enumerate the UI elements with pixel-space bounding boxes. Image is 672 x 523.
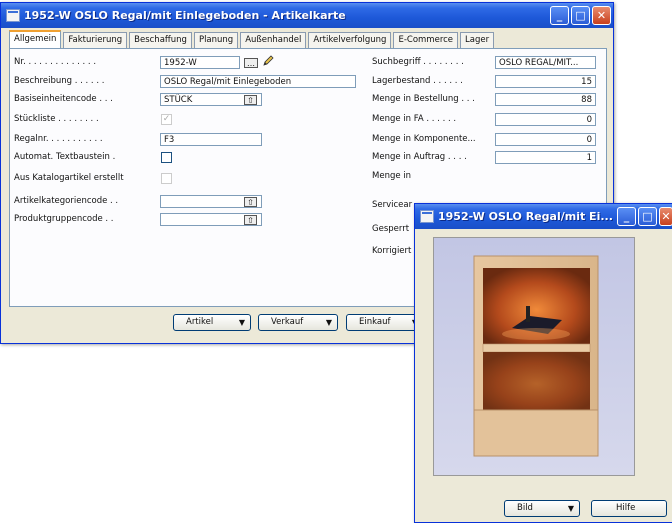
artikel-button-label: Artikel — [186, 317, 214, 327]
bild-button-label: Bild — [517, 503, 533, 513]
regalnr-field[interactable]: F3 — [160, 133, 262, 146]
minimize-icon[interactable]: _ — [617, 207, 636, 226]
servicear-label: Servicear — [372, 200, 413, 210]
dropdown-arrow-icon: ▼ — [567, 504, 574, 513]
maximize-icon[interactable]: □ — [571, 6, 590, 25]
maximize-icon[interactable]: □ — [638, 207, 657, 226]
textbaustein-checkbox[interactable] — [161, 152, 172, 163]
produktgruppencode-label: Produktgruppencode . . — [14, 214, 114, 224]
nr-label: Nr. . . . . . . . . . . . . . — [14, 57, 97, 67]
tab-artikelverfolgung[interactable]: Artikelverfolgung — [308, 32, 392, 48]
tab-bar: Allgemein Fakturierung Beschaffung Planu… — [9, 30, 496, 49]
close-icon[interactable]: ✕ — [592, 6, 611, 25]
katalogartikel-checkbox — [161, 173, 172, 184]
tab-planung[interactable]: Planung — [193, 32, 239, 48]
artikelkategoriencode-label: Artikelkategoriencode . . — [14, 196, 119, 206]
lookup-arrow-icon[interactable]: ⇧ — [244, 95, 257, 105]
gesperrt-label: Gesperrt — [372, 224, 410, 234]
hilfe-button[interactable]: Hilfe — [591, 500, 667, 517]
assist-edit-icon[interactable]: … — [244, 58, 258, 68]
suchbegriff-field[interactable]: OSLO REGAL/MIT... — [495, 56, 596, 69]
stueckliste-checkbox: ✓ — [161, 114, 172, 125]
suchbegriff-label: Suchbegriff . . . . . . . . — [372, 57, 464, 67]
tab-aussenhandel[interactable]: Außenhandel — [240, 32, 307, 48]
window-icon — [6, 9, 20, 22]
close-icon[interactable]: ✕ — [659, 207, 672, 226]
nr-field[interactable]: 1952-W — [160, 56, 240, 69]
lookup-arrow-icon[interactable]: ⇧ — [244, 215, 257, 225]
item-card-titlebar[interactable]: 1952-W OSLO Regal/mit Einlegeboden - Art… — [1, 3, 613, 28]
menge-komponente-field[interactable]: 0 — [495, 133, 596, 146]
artikel-button[interactable]: Artikel ▼ — [173, 314, 251, 331]
menge-auftrag-field[interactable]: 1 — [495, 151, 596, 164]
menge-in-label: Menge in — [372, 171, 412, 181]
tab-lager[interactable]: Lager — [460, 32, 495, 48]
menge-komponente-label: Menge in Komponente... — [372, 134, 476, 144]
menge-fa-label: Menge in FA . . . . . . — [372, 114, 457, 124]
basiseinheitencode-label: Basiseinheitencode . . . — [14, 94, 113, 104]
minimize-icon[interactable]: _ — [550, 6, 569, 25]
picture-window-title: 1952-W OSLO Regal/mit Ei... — [438, 210, 613, 223]
product-photo — [433, 237, 635, 476]
edit-pencil-icon[interactable] — [262, 55, 274, 67]
regalnr-label: Regalnr. . . . . . . . . . . — [14, 134, 103, 144]
dropdown-arrow-icon: ▼ — [238, 318, 245, 327]
textbaustein-label: Automat. Textbaustein . — [14, 152, 116, 162]
item-card-title: 1952-W OSLO Regal/mit Einlegeboden - Art… — [24, 9, 346, 22]
picture-titlebar[interactable]: 1952-W OSLO Regal/mit Ei... _ □ ✕ — [415, 204, 672, 229]
korrigiert-label: Korrigiert — [372, 246, 412, 256]
tab-allgemein[interactable]: Allgemein — [9, 30, 62, 49]
menge-fa-field[interactable]: 0 — [495, 113, 596, 126]
verkauf-button[interactable]: Verkauf ▼ — [258, 314, 338, 331]
bild-button[interactable]: Bild ▼ — [504, 500, 580, 517]
einkauf-button[interactable]: Einkauf ▼ — [346, 314, 424, 331]
menge-bestellung-field[interactable]: 88 — [495, 93, 596, 106]
menge-auftrag-label: Menge in Auftrag . . . . — [372, 152, 467, 162]
tab-beschaffung[interactable]: Beschaffung — [129, 32, 192, 48]
beschreibung-field[interactable]: OSLO Regal/mit Einlegeboden — [160, 75, 356, 88]
lagerbestand-label: Lagerbestand . . . . . . — [372, 76, 463, 86]
verkauf-button-label: Verkauf — [271, 317, 304, 327]
beschreibung-label: Beschreibung . . . . . . — [14, 76, 105, 86]
menge-bestellung-label: Menge in Bestellung . . . — [372, 94, 475, 104]
window-icon — [420, 210, 434, 223]
stueckliste-label: Stückliste . . . . . . . . — [14, 114, 99, 124]
tab-e-commerce[interactable]: E-Commerce — [393, 32, 459, 48]
dropdown-arrow-icon: ▼ — [325, 318, 332, 327]
einkauf-button-label: Einkauf — [359, 317, 391, 327]
hilfe-button-label: Hilfe — [616, 503, 636, 513]
katalogartikel-label: Aus Katalogartikel erstellt — [14, 173, 124, 183]
lagerbestand-field[interactable]: 15 — [495, 75, 596, 88]
lookup-arrow-icon[interactable]: ⇧ — [244, 197, 257, 207]
tab-fakturierung[interactable]: Fakturierung — [63, 32, 128, 48]
